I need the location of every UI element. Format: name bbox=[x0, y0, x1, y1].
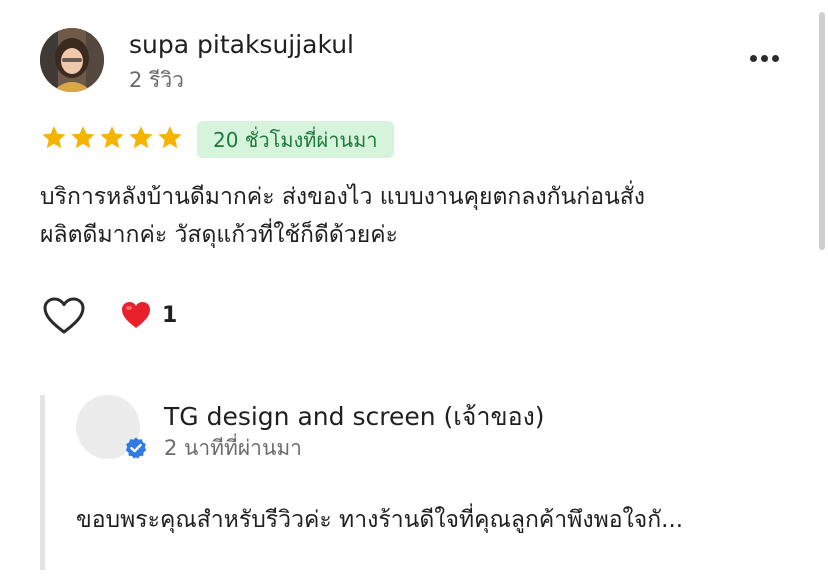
owner-reply-time: 2 นาทีที่ผ่านมา bbox=[164, 436, 302, 460]
star-icon bbox=[42, 126, 66, 149]
reviewer-avatar[interactable] bbox=[40, 28, 104, 92]
review-text: บริการหลังบ้านดีมากค่ะ ส่งของไว แบบงานคุ… bbox=[40, 178, 800, 254]
more-icon-dot bbox=[771, 54, 779, 62]
reaction-count: 1 bbox=[162, 302, 178, 328]
reviewer-name[interactable]: supa pitaksujjakul bbox=[129, 30, 354, 59]
review-text-line: บริการหลังบ้านดีมากค่ะ ส่งของไว แบบงานคุ… bbox=[40, 184, 646, 210]
star-icon bbox=[129, 126, 153, 149]
reaction-summary[interactable]: 1 bbox=[120, 300, 177, 330]
reply-divider-bar bbox=[40, 395, 45, 570]
reviewer-review-count: 2 รีวิว bbox=[129, 68, 184, 92]
scrollbar[interactable] bbox=[819, 12, 825, 250]
more-icon-dot bbox=[760, 54, 768, 62]
verified-check-icon bbox=[124, 436, 148, 460]
star-icon bbox=[71, 126, 95, 149]
red-heart-icon bbox=[120, 300, 152, 330]
heart-outline-icon bbox=[43, 297, 85, 334]
star-icon bbox=[158, 126, 182, 149]
more-icon-dot bbox=[749, 54, 757, 62]
owner-reply-text[interactable]: ขอบพระคุณสำหรับรีวิวค่ะ ทางร้านดีใจที่คุ… bbox=[76, 502, 683, 538]
review-time-badge: 20 ชั่วโมงที่ผ่านมา bbox=[197, 121, 394, 158]
star-icon bbox=[100, 126, 124, 149]
like-button[interactable] bbox=[42, 296, 86, 336]
more-options-button[interactable] bbox=[744, 46, 784, 70]
owner-name[interactable]: TG design and screen (เจ้าของ) bbox=[164, 397, 545, 437]
review-text-line: ผลิตดีมากค่ะ วัสดุแก้วที่ใช้ก็ดีด้วยค่ะ bbox=[40, 222, 398, 248]
star-rating bbox=[40, 124, 184, 152]
